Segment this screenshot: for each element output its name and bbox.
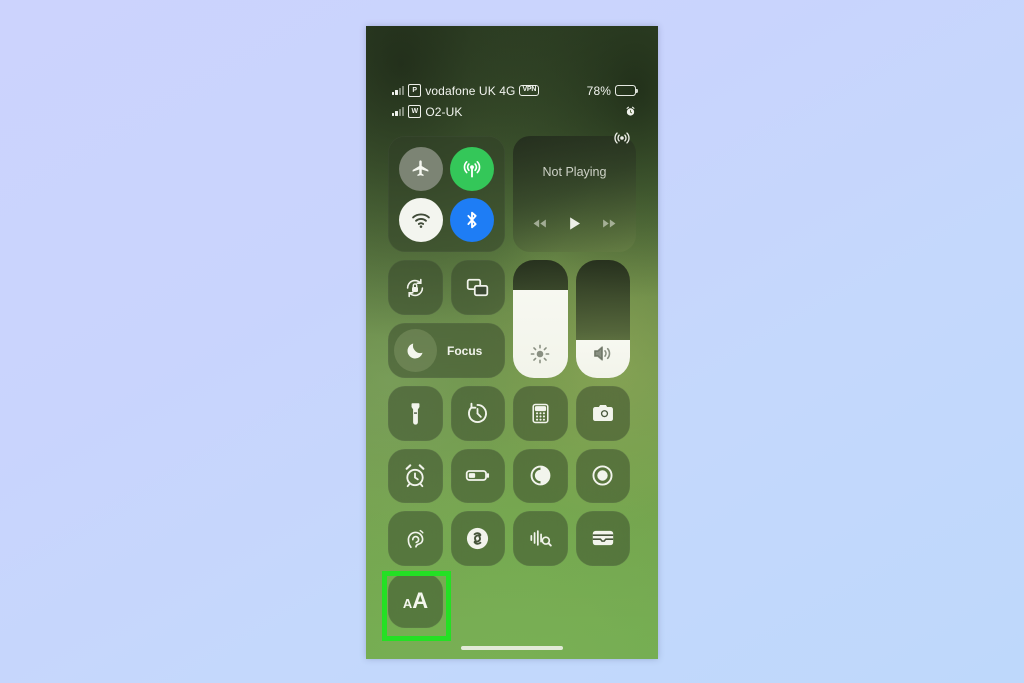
cellular-data-button[interactable] xyxy=(450,146,495,191)
wifi-button[interactable] xyxy=(398,197,443,242)
now-playing-controls xyxy=(523,214,626,233)
battery-status: 78% xyxy=(586,83,638,98)
utility-top-row xyxy=(388,260,505,315)
calculator-icon xyxy=(532,403,549,424)
now-playing-title: Not Playing xyxy=(542,165,607,179)
status-bar: P vodafone UK 4G VPN 78% W O2-UK xyxy=(366,80,658,122)
rotation-lock-button[interactable] xyxy=(388,260,443,315)
alarm-status xyxy=(625,106,636,117)
hearing-button[interactable] xyxy=(388,511,443,566)
brightness-slider[interactable] xyxy=(513,260,568,378)
wallet-button[interactable] xyxy=(575,511,630,566)
focus-knob xyxy=(394,329,437,372)
airplay-audio-icon[interactable] xyxy=(613,129,631,147)
flashlight-icon xyxy=(411,403,420,425)
fast-forward-icon[interactable] xyxy=(601,215,618,232)
control-center-mid-row: Focus xyxy=(388,260,636,378)
volume-slider-icon xyxy=(576,342,631,365)
carrier-info-secondary: W O2-UK xyxy=(392,105,625,119)
sound-recognition-button[interactable] xyxy=(513,511,568,566)
timer-icon xyxy=(468,402,488,423)
volume-speaker-icon xyxy=(594,346,611,361)
shazam-button[interactable] xyxy=(450,511,505,566)
tile-row-2 xyxy=(388,448,636,503)
battery-icon xyxy=(615,85,638,96)
vpn-badge: VPN xyxy=(519,84,540,97)
alarm-clock-icon xyxy=(626,106,635,116)
brightness-slider-icon xyxy=(513,343,568,365)
tile-row-1 xyxy=(388,386,636,441)
wifi-icon xyxy=(411,212,430,228)
signal-bars-icon xyxy=(392,86,405,95)
tile-row-3 xyxy=(388,511,636,566)
ear-icon xyxy=(407,529,424,548)
timer-button[interactable] xyxy=(450,386,505,441)
sim-badge-primary: P xyxy=(408,84,422,97)
airplane-icon xyxy=(412,160,429,177)
alarm-clock-icon xyxy=(405,464,425,487)
connectivity-module xyxy=(388,136,505,252)
carrier-info-primary: P vodafone UK 4G VPN xyxy=(392,84,587,98)
control-center-top-row: Not Playing xyxy=(388,132,636,252)
battery-percent-label: 78% xyxy=(586,83,611,98)
shazam-icon xyxy=(467,527,489,549)
battery-icon xyxy=(466,470,490,482)
flashlight-button[interactable] xyxy=(388,386,443,441)
status-bar-row-secondary: W O2-UK xyxy=(366,101,658,122)
rotation-lock-icon xyxy=(407,278,424,297)
low-power-mode-button[interactable] xyxy=(450,448,505,503)
highlight-box-text-size xyxy=(382,571,451,641)
home-indicator[interactable] xyxy=(461,646,563,650)
brightness-sun-icon xyxy=(530,344,550,364)
screen-recording-button[interactable] xyxy=(575,448,630,503)
rewind-icon[interactable] xyxy=(531,215,548,232)
focus-label: Focus xyxy=(447,343,483,358)
calculator-button[interactable] xyxy=(513,386,568,441)
wallet-icon xyxy=(592,531,613,546)
now-playing-module: Not Playing xyxy=(513,132,636,252)
record-icon xyxy=(592,465,613,486)
carrier-name-secondary: O2-UK xyxy=(425,104,463,119)
utility-column: Focus xyxy=(388,260,505,378)
sim-badge-secondary: W xyxy=(408,105,422,118)
camera-button[interactable] xyxy=(575,386,630,441)
dark-mode-icon xyxy=(530,465,551,486)
cellular-antenna-icon xyxy=(463,160,481,178)
volume-slider[interactable] xyxy=(575,260,631,378)
carrier-name-primary: vodafone UK 4G xyxy=(425,83,516,98)
camera-icon xyxy=(592,405,613,422)
status-bar-row-primary: P vodafone UK 4G VPN 78% xyxy=(366,80,658,101)
play-icon[interactable] xyxy=(565,214,584,233)
signal-bars-icon-secondary xyxy=(392,107,405,116)
control-center: Not Playing Focus A A xyxy=(388,132,636,628)
screen-mirroring-icon xyxy=(467,278,489,297)
bluetooth-icon xyxy=(467,211,477,228)
sound-recognition-icon xyxy=(530,530,553,547)
bluetooth-button[interactable] xyxy=(450,197,495,242)
alarm-button[interactable] xyxy=(388,448,443,503)
phone-screen: P vodafone UK 4G VPN 78% W O2-UK Not Pla… xyxy=(366,26,658,659)
airplane-mode-button[interactable] xyxy=(398,146,443,191)
moon-icon xyxy=(407,343,423,359)
dark-mode-button[interactable] xyxy=(513,448,568,503)
focus-button[interactable]: Focus xyxy=(388,323,505,378)
screen-mirroring-button[interactable] xyxy=(450,260,505,315)
